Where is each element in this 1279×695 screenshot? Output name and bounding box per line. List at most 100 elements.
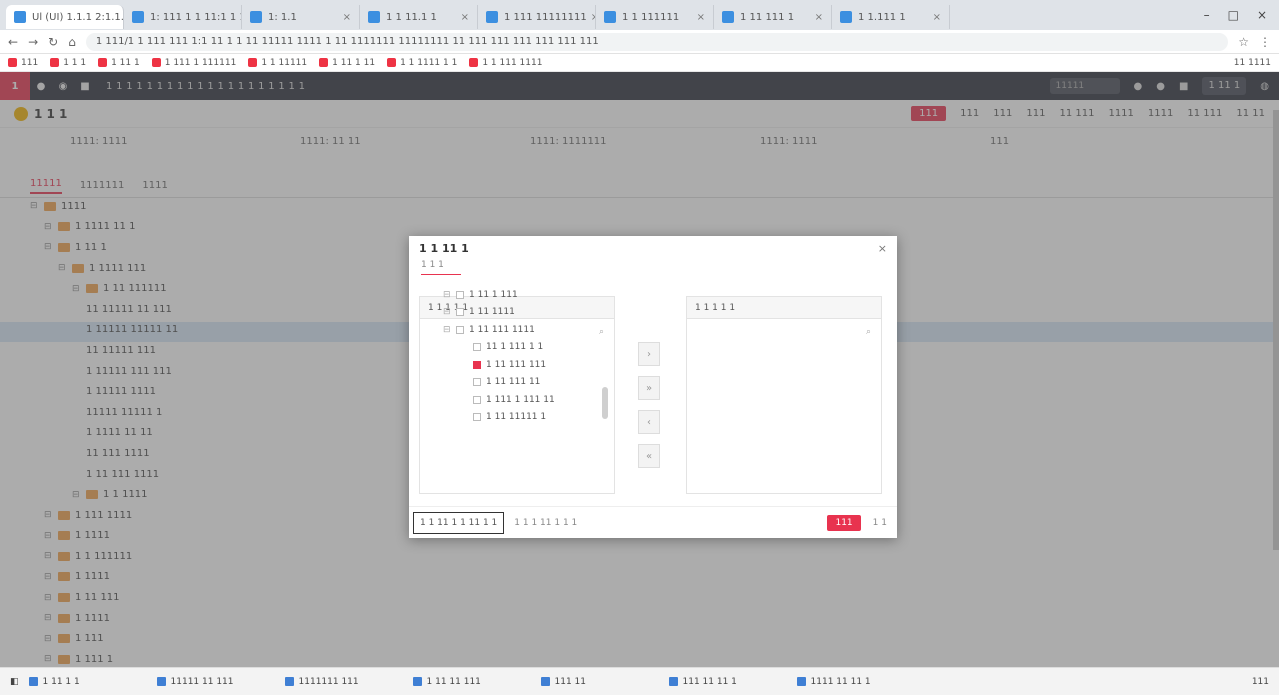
home-icon[interactable]: ⌂ xyxy=(68,35,76,49)
checkbox[interactable] xyxy=(456,325,464,334)
bookmark-icon xyxy=(98,58,108,67)
dialog-tree-node-label: 1 111 1 111 11 xyxy=(486,394,555,405)
checkbox[interactable] xyxy=(456,308,464,317)
tab-favicon-icon xyxy=(486,11,498,23)
bookmark-icon xyxy=(151,58,161,67)
start-icon[interactable]: ◧ xyxy=(10,677,19,687)
file-icon xyxy=(796,677,806,686)
dialog-tree-node[interactable]: 1 111 1 111 11 xyxy=(443,391,555,409)
dialog-tree-node[interactable]: ⊟ 1 11 1 111 xyxy=(443,286,555,304)
bookmark-item[interactable]: 1 11 1 11 xyxy=(319,58,375,68)
taskbar-item[interactable]: 11111 11 111 xyxy=(156,677,275,687)
taskbar-item[interactable]: 1111 11 11 1 xyxy=(796,677,915,687)
browser-tab[interactable]: 1: 1.1 × xyxy=(242,5,360,29)
bookmark-item[interactable]: 1 1 1111 1 1 xyxy=(387,58,457,68)
menu-icon[interactable]: ⋮ xyxy=(1259,35,1271,49)
search-icon[interactable]: ⌕ xyxy=(866,327,871,337)
reload-icon[interactable]: ↻ xyxy=(48,35,58,49)
panel-scrollbar[interactable] xyxy=(602,387,608,419)
dialog-tree-node[interactable]: ⊟ 1 11 111 1111 xyxy=(443,321,555,339)
dialog-tree-node-label: 1 11 111 1111 xyxy=(469,324,535,335)
selected-list-panel: 1 1 1 1 1 ⌕ xyxy=(686,296,882,494)
move-left-button[interactable]: ‹ xyxy=(638,410,660,434)
bookmark-icon xyxy=(50,58,60,67)
close-tab-icon[interactable]: × xyxy=(693,12,705,23)
browser-tab[interactable]: 1 1 11.1 1 × xyxy=(360,5,478,29)
checkbox[interactable] xyxy=(473,378,481,387)
dialog-tree-node-label: 1 11 1111 xyxy=(469,307,515,318)
move-right-button[interactable]: › xyxy=(638,342,660,366)
dialog-tree-node[interactable]: 1 11 111 11 xyxy=(443,374,555,392)
bookmark-item[interactable]: 111 xyxy=(8,58,38,68)
os-taskbar: ◧ 1 11 1 1 11111 11 111 1111111 111 1 11… xyxy=(0,667,1279,695)
select-dialog: 1 1 11 1 × 1 1 1 1 1 1 1 1 ⌕ ⊟ 1 11 1 111… xyxy=(409,236,897,538)
checkbox[interactable] xyxy=(456,290,464,299)
confirm-button[interactable]: 111 xyxy=(827,514,861,531)
tab-favicon-icon xyxy=(132,11,144,23)
browser-tab[interactable]: 1 1 111111 × xyxy=(596,5,714,29)
checkbox[interactable] xyxy=(473,413,481,422)
maximize-icon[interactable]: □ xyxy=(1228,8,1239,22)
dialog-tree-node-label: 11 1 111 1 1 xyxy=(486,342,544,353)
dialog-tree-node[interactable]: 1 11 111 111 xyxy=(443,356,555,374)
expand-toggle-icon[interactable]: ⊟ xyxy=(443,290,451,300)
panel-header: 1 1 1 1 1 xyxy=(687,297,881,319)
taskbar-item[interactable]: 1111111 111 xyxy=(284,677,403,687)
dialog-tree-node[interactable]: 1 11 11111 1 xyxy=(443,409,555,427)
bookmark-item[interactable]: 1 111 1 111111 xyxy=(151,58,236,68)
dialog-tab[interactable]: 1 1 1 xyxy=(421,260,461,275)
cancel-button[interactable]: 1 1 xyxy=(873,518,887,528)
close-icon[interactable]: × xyxy=(878,242,887,255)
taskbar-item[interactable]: 111 11 11 1 xyxy=(668,677,787,687)
expand-toggle-icon[interactable]: ⊟ xyxy=(443,325,451,335)
bookmark-item[interactable]: 1 11 1 xyxy=(98,58,140,68)
transfer-buttons: › » ‹ « xyxy=(638,342,660,468)
search-icon[interactable]: ⌕ xyxy=(599,327,604,337)
close-tab-icon[interactable]: × xyxy=(587,12,595,23)
tab-favicon-icon xyxy=(722,11,734,23)
move-all-left-button[interactable]: « xyxy=(638,444,660,468)
browser-tab[interactable]: 1 11 111 1 × xyxy=(714,5,832,29)
bookmark-item[interactable]: 1 1 111 1111 xyxy=(469,58,542,68)
url-field[interactable]: 1 111/1 1 111 111 1:1 11 1 1 11 11111 11… xyxy=(85,32,1229,51)
dialog-tree-node-label: 1 11 1 111 xyxy=(469,289,518,300)
tab-favicon-icon xyxy=(14,11,26,23)
bookmark-item[interactable]: 1 1 11111 xyxy=(248,58,307,68)
file-icon xyxy=(156,677,166,686)
close-tab-icon[interactable]: × xyxy=(457,12,469,23)
footer-option-checkbox[interactable]: 1 1 11 1 1 11 1 1 xyxy=(413,511,505,534)
checkbox[interactable] xyxy=(473,360,481,369)
checkbox[interactable] xyxy=(473,343,481,352)
minimize-icon[interactable]: – xyxy=(1204,8,1210,22)
file-icon xyxy=(284,677,294,686)
dialog-title: 1 1 11 1 xyxy=(419,241,469,255)
expand-toggle-icon[interactable]: ⊟ xyxy=(443,307,451,317)
file-icon xyxy=(412,677,422,686)
file-icon xyxy=(668,677,678,686)
back-icon[interactable]: ← xyxy=(8,35,18,49)
dialog-header: 1 1 11 1 × xyxy=(409,236,897,260)
star-icon[interactable]: ☆ xyxy=(1238,35,1249,49)
dialog-tree-node-label: 1 11 111 11 xyxy=(486,377,541,388)
dialog-tree-node[interactable]: ⊟ 1 11 1111 xyxy=(443,304,555,322)
close-tab-icon[interactable]: × xyxy=(811,12,823,23)
browser-tab[interactable]: 1 111 11111111× xyxy=(478,5,596,29)
move-all-right-button[interactable]: » xyxy=(638,376,660,400)
browser-tab[interactable]: 1 1.111 1 × xyxy=(832,5,950,29)
close-tab-icon[interactable]: × xyxy=(339,12,351,23)
bookmark-item[interactable]: 1 1 1 xyxy=(50,58,86,68)
checkbox[interactable] xyxy=(473,395,481,404)
other-bookmarks[interactable]: 11 1111 xyxy=(1234,58,1271,68)
bookmark-icon xyxy=(319,58,329,67)
close-tab-icon[interactable]: × xyxy=(929,12,941,23)
taskbar-item[interactable]: 1 11 11 111 xyxy=(412,677,531,687)
forward-icon[interactable]: → xyxy=(28,35,38,49)
taskbar-item[interactable]: 1 11 1 1 xyxy=(28,677,147,687)
browser-tab[interactable]: 1: 111 1 1 11:1 1 1× xyxy=(124,5,242,29)
browser-tab[interactable]: Ul (UI) 1.1.1 2:1.1.1× xyxy=(6,5,124,29)
taskbar-item[interactable]: 111 11 xyxy=(540,677,659,687)
close-window-icon[interactable]: × xyxy=(1257,8,1267,22)
dialog-tree-node[interactable]: 11 1 111 1 1 xyxy=(443,339,555,357)
bookmark-icon xyxy=(8,58,17,67)
footer-option-checkbox[interactable]: 1 1 1 11 1 1 1 xyxy=(514,518,577,528)
